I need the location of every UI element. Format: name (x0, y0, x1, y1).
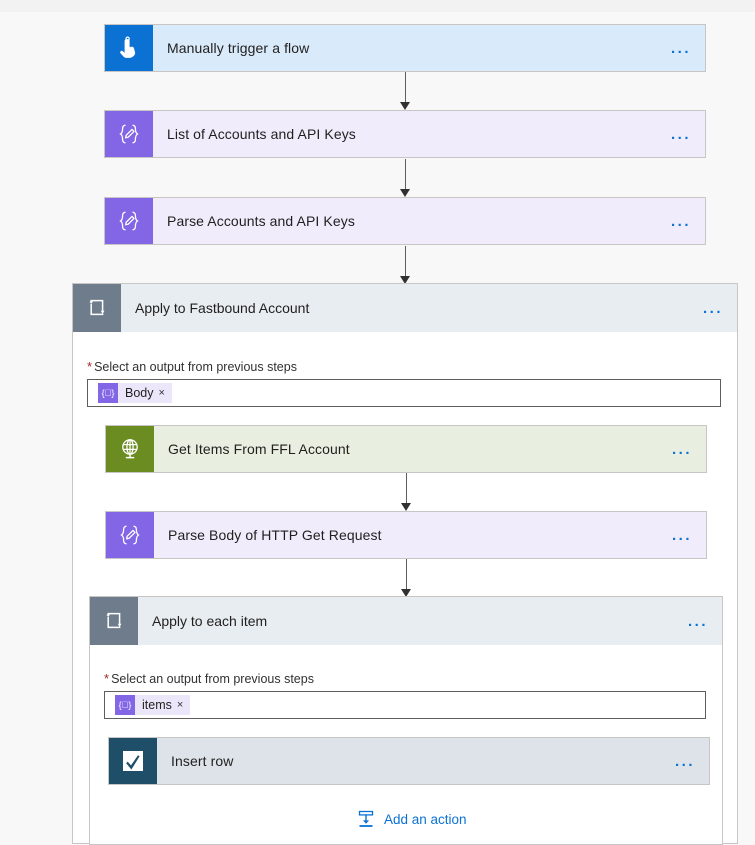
ellipsis-icon: ... (670, 212, 691, 230)
add-action-button[interactable]: Add an action (356, 809, 467, 829)
ellipsis-icon: ... (671, 440, 692, 458)
flow-designer-canvas: Manually trigger a flow ... List of Acco… (0, 12, 755, 845)
flow-node-menu-button[interactable]: ... (663, 198, 705, 244)
flow-node-menu-button[interactable]: ... (664, 426, 706, 472)
connector-arrow (401, 559, 411, 597)
token-chip-body[interactable]: {⃠} Body × (98, 383, 172, 403)
loop-menu-button[interactable]: ... (680, 597, 722, 645)
ellipsis-icon: ... (687, 612, 708, 630)
connector-arrow (400, 159, 410, 197)
flow-node-parse-accounts[interactable]: Parse Accounts and API Keys ... (104, 197, 706, 245)
token-input[interactable]: {⃠} Body × (87, 379, 721, 407)
insert-below-icon (356, 809, 376, 829)
field-label-text: Select an output from previous steps (94, 360, 297, 374)
add-action-label: Add an action (384, 811, 467, 827)
tap-hand-icon (105, 25, 153, 71)
flow-node-title: List of Accounts and API Keys (167, 126, 356, 142)
flow-node-title: Parse Body of HTTP Get Request (168, 527, 382, 543)
loop-icon (73, 284, 121, 332)
token-chip-items[interactable]: {⃠} items × (115, 695, 191, 715)
required-asterisk: * (87, 359, 93, 374)
field-label-row: * Select an output from previous steps (104, 672, 706, 686)
connector-arrow (401, 473, 411, 511)
token-label: Body (125, 386, 154, 400)
ellipsis-icon: ... (702, 299, 723, 317)
flow-node-title: Get Items From FFL Account (168, 441, 350, 457)
loop-menu-button[interactable]: ... (695, 284, 737, 332)
ellipsis-icon: ... (670, 125, 691, 143)
loop-title: Apply to each item (152, 613, 268, 629)
loop-icon (90, 597, 138, 645)
required-asterisk: * (104, 671, 110, 686)
flow-node-trigger[interactable]: Manually trigger a flow ... (104, 24, 706, 72)
field-label-text: Select an output from previous steps (111, 672, 314, 686)
loop-input-field: * Select an output from previous steps {… (87, 360, 721, 407)
token-label: items (142, 698, 172, 712)
flow-node-insert-row[interactable]: Insert row ... (108, 737, 710, 785)
flow-node-title: Manually trigger a flow (167, 40, 310, 56)
connector-arrow (400, 72, 410, 110)
flow-node-menu-button[interactable]: ... (664, 512, 706, 558)
flow-node-list-accounts[interactable]: List of Accounts and API Keys ... (104, 110, 706, 158)
data-operation-icon (106, 512, 154, 558)
flow-node-menu-button[interactable]: ... (663, 111, 705, 157)
flow-node-menu-button[interactable]: ... (667, 738, 709, 784)
flow-node-title: Parse Accounts and API Keys (167, 213, 355, 229)
loop-header[interactable]: Apply to each item ... (90, 597, 722, 645)
data-operation-icon (105, 111, 153, 157)
field-label-row: * Select an output from previous steps (87, 360, 721, 374)
flow-node-menu-button[interactable]: ... (663, 25, 705, 71)
loop-container-each-item: Apply to each item ... * Select an outpu… (89, 596, 723, 845)
loop-container-fastbound-account: Apply to Fastbound Account ... * Select … (72, 283, 738, 845)
token-remove-icon[interactable]: × (159, 387, 172, 399)
flow-node-title: Insert row (171, 753, 234, 769)
ellipsis-icon: ... (671, 526, 692, 544)
token-remove-icon[interactable]: × (177, 699, 190, 711)
token-input[interactable]: {⃠} items × (104, 691, 706, 719)
ellipsis-icon: ... (670, 39, 691, 57)
data-operation-icon (105, 198, 153, 244)
loop-header[interactable]: Apply to Fastbound Account ... (73, 284, 737, 332)
top-chrome-strip (0, 0, 755, 12)
data-operation-icon: {⃠} (98, 383, 118, 403)
connector-arrow (400, 246, 410, 284)
data-operation-icon: {⃠} (115, 695, 135, 715)
http-globe-icon (106, 426, 154, 472)
flow-node-parse-body[interactable]: Parse Body of HTTP Get Request ... (105, 511, 707, 559)
loop-input-field: * Select an output from previous steps {… (104, 672, 706, 719)
excel-checkbox-icon (109, 738, 157, 784)
loop-title: Apply to Fastbound Account (135, 300, 310, 316)
flow-node-get-items[interactable]: Get Items From FFL Account ... (105, 425, 707, 473)
ellipsis-icon: ... (674, 752, 695, 770)
